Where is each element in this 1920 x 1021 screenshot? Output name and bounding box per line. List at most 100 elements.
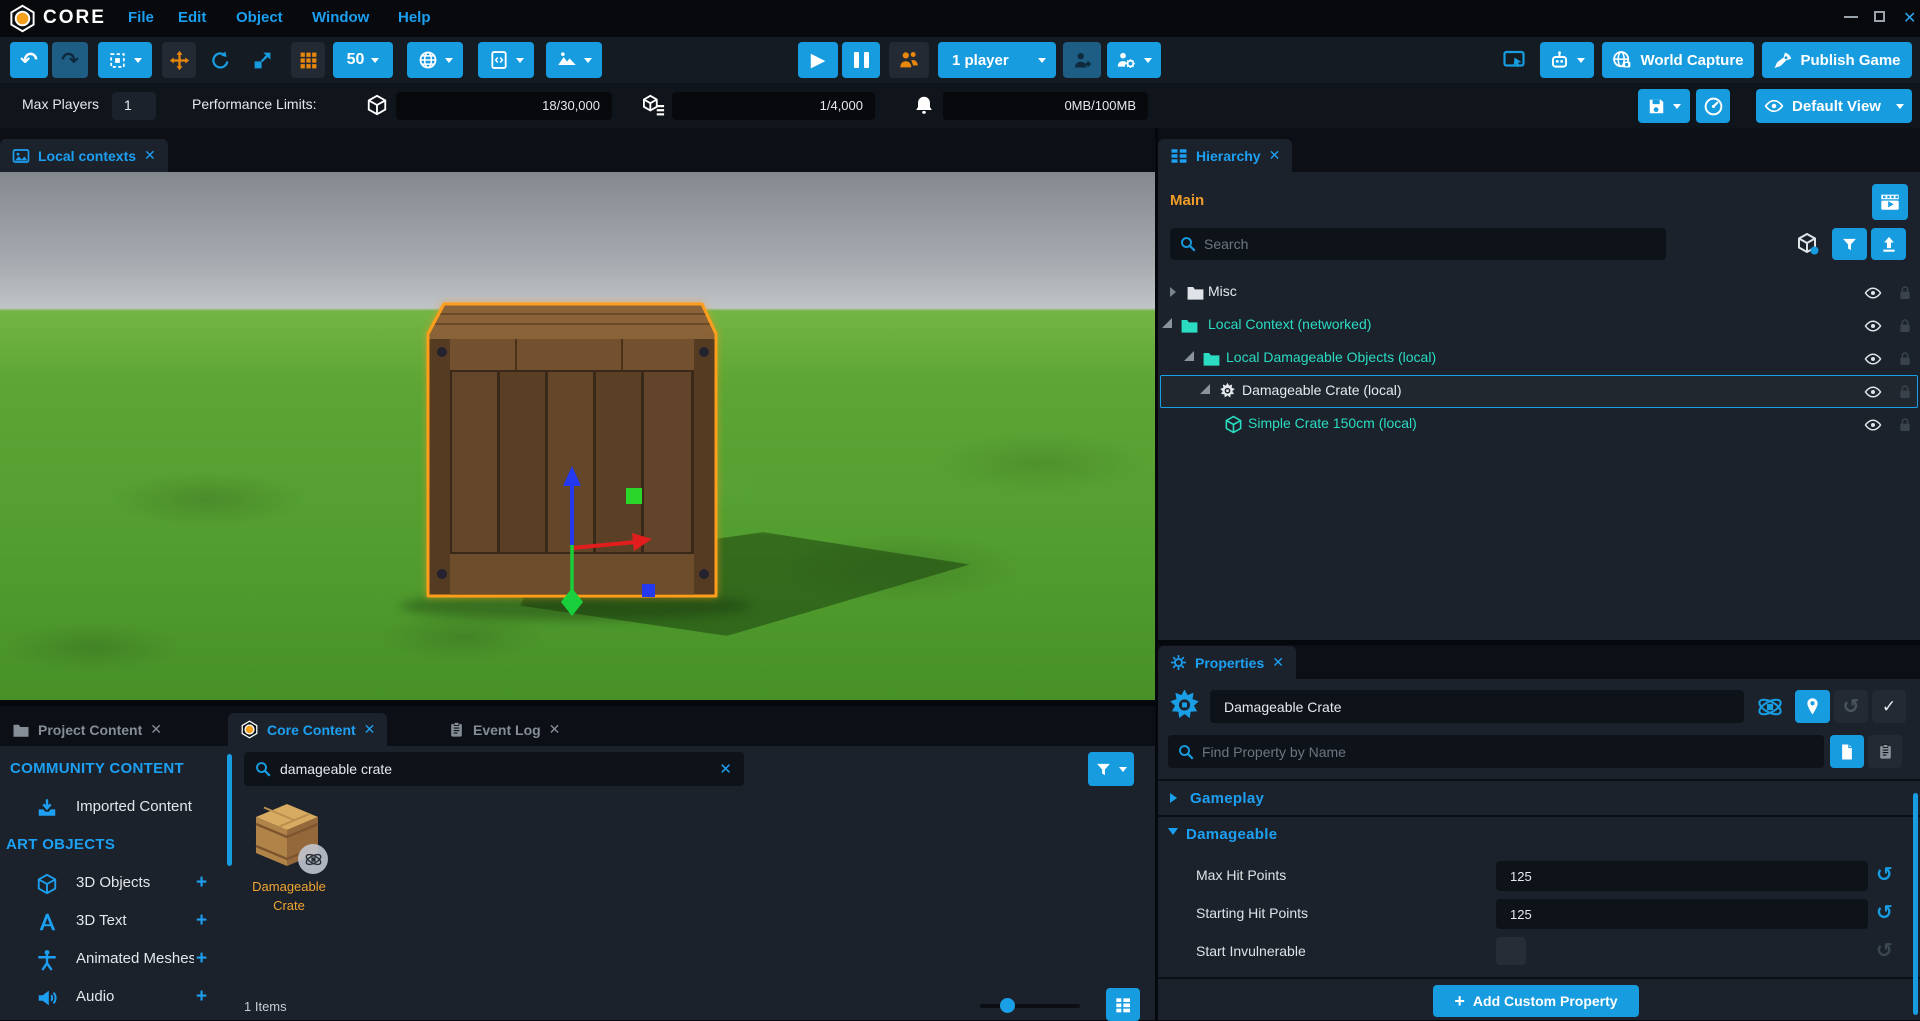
hierarchy-search-input[interactable]: [1202, 228, 1652, 260]
add-player-button[interactable]: [1063, 42, 1101, 78]
performance-gauge-button[interactable]: [1696, 89, 1730, 123]
publish-game-button[interactable]: Publish Game: [1762, 42, 1912, 78]
menu-window[interactable]: Window: [312, 9, 369, 26]
section-damageable[interactable]: Damageable: [1158, 817, 1920, 851]
close-icon[interactable]: ✕: [144, 147, 156, 164]
grid-snap-button[interactable]: [291, 42, 325, 78]
reset-property-icon[interactable]: ↺: [1876, 862, 1893, 887]
object-name-input[interactable]: [1222, 690, 1732, 723]
add-icon[interactable]: +: [196, 910, 207, 932]
window-restore-icon[interactable]: [1874, 11, 1885, 22]
content-search-input[interactable]: [278, 752, 708, 786]
close-icon[interactable]: ✕: [364, 721, 376, 738]
viewport-3d[interactable]: [0, 172, 1155, 700]
select-mode-button[interactable]: [98, 42, 152, 78]
add-icon[interactable]: +: [196, 872, 207, 894]
expander-expanded-icon[interactable]: [1162, 318, 1172, 328]
expander-collapsed-icon[interactable]: [1170, 287, 1181, 297]
screen-share-button[interactable]: [1496, 42, 1532, 78]
grid-size-dropdown[interactable]: 50: [333, 42, 393, 78]
terrain-dropdown[interactable]: [546, 42, 602, 78]
content-search-box[interactable]: ✕: [244, 752, 744, 786]
menu-help[interactable]: Help: [398, 9, 431, 26]
sidebar-item-animated-meshes[interactable]: Animated Meshes +: [0, 942, 232, 978]
player-count-dropdown[interactable]: 1 player: [938, 42, 1056, 78]
reset-property-icon[interactable]: ↺: [1876, 900, 1893, 925]
thumbnail-size-slider[interactable]: [980, 1004, 1080, 1008]
close-icon[interactable]: ✕: [150, 721, 162, 738]
sidebar-item-imported-content[interactable]: Imported Content: [0, 790, 232, 826]
lock-icon[interactable]: [1897, 383, 1913, 401]
tree-row-simple-crate[interactable]: Simple Crate 150cm (local): [1160, 408, 1918, 441]
max-players-input[interactable]: 1: [112, 92, 156, 120]
lock-icon[interactable]: [1897, 284, 1913, 302]
property-value-field[interactable]: [1496, 861, 1868, 891]
visibility-eye-icon[interactable]: [1864, 416, 1882, 434]
property-value-field[interactable]: [1496, 899, 1868, 929]
find-property-input[interactable]: [1200, 735, 1810, 768]
tree-row-local-damageable-objects[interactable]: Local Damageable Objects (local): [1160, 342, 1918, 375]
thumbnail-size-slider-thumb[interactable]: [1000, 998, 1015, 1013]
add-custom-property-button[interactable]: + Add Custom Property: [1433, 985, 1639, 1017]
redo-button[interactable]: ↷: [52, 42, 88, 78]
asset-damageable-crate[interactable]: Damageable Crate: [246, 794, 332, 964]
menu-file[interactable]: File: [128, 9, 154, 26]
visibility-eye-icon[interactable]: [1864, 350, 1882, 368]
max-hit-points-input[interactable]: [1508, 861, 1848, 891]
window-minimize-icon[interactable]: [1844, 16, 1858, 18]
expander-expanded-icon[interactable]: [1200, 384, 1210, 394]
revert-button[interactable]: ↺: [1834, 690, 1868, 723]
tree-row-damageable-crate[interactable]: Damageable Crate (local): [1160, 375, 1918, 408]
find-references-button[interactable]: [1795, 690, 1830, 723]
paste-properties-button[interactable]: [1868, 735, 1902, 768]
sidebar-item-3d-objects[interactable]: 3D Objects +: [0, 866, 232, 902]
close-icon[interactable]: ✕: [1272, 654, 1284, 671]
hierarchy-export-button[interactable]: [1871, 228, 1906, 260]
save-dropdown[interactable]: [1638, 89, 1690, 123]
tab-local-contexts[interactable]: Local contexts ✕: [0, 139, 168, 172]
scale-tool-button[interactable]: [245, 42, 279, 78]
network-cube-icon[interactable]: [1796, 232, 1820, 256]
rotate-tool-button[interactable]: [203, 42, 237, 78]
hierarchy-search-box[interactable]: [1170, 228, 1666, 260]
tab-event-log[interactable]: Event Log ✕: [436, 713, 572, 746]
section-gameplay[interactable]: Gameplay: [1158, 781, 1920, 815]
window-close-icon[interactable]: ✕: [1903, 8, 1916, 28]
tab-hierarchy[interactable]: Hierarchy ✕: [1158, 139, 1292, 172]
networked-orbit-icon[interactable]: [1756, 693, 1784, 721]
grid-view-button[interactable]: [1106, 988, 1140, 1021]
sidebar-item-audio[interactable]: Audio +: [0, 980, 232, 1016]
content-filter-button[interactable]: [1088, 752, 1134, 786]
menu-object[interactable]: Object: [236, 9, 283, 26]
move-tool-button[interactable]: [162, 42, 196, 78]
close-icon[interactable]: ✕: [549, 721, 561, 738]
scene-capture-button[interactable]: [1872, 184, 1908, 220]
add-icon[interactable]: +: [196, 948, 207, 970]
add-icon[interactable]: +: [196, 986, 207, 1008]
lock-icon[interactable]: [1897, 350, 1913, 368]
lock-icon[interactable]: [1897, 416, 1913, 434]
menu-edit[interactable]: Edit: [178, 9, 206, 26]
expander-expanded-icon[interactable]: [1184, 351, 1194, 361]
apply-button[interactable]: ✓: [1872, 690, 1906, 723]
pause-button[interactable]: [842, 42, 880, 78]
environment-dropdown[interactable]: [407, 42, 463, 78]
lock-icon[interactable]: [1897, 317, 1913, 335]
tab-properties[interactable]: Properties ✕: [1158, 646, 1296, 679]
start-invulnerable-checkbox[interactable]: [1496, 937, 1526, 965]
object-name-field[interactable]: [1210, 690, 1744, 723]
bot-dropdown[interactable]: [1540, 42, 1594, 78]
transform-gizmo[interactable]: [500, 460, 670, 650]
script-dropdown[interactable]: [478, 42, 534, 78]
find-property-box[interactable]: [1168, 735, 1824, 768]
clear-search-icon[interactable]: ✕: [719, 760, 732, 778]
player-settings-dropdown[interactable]: [1107, 42, 1161, 78]
world-capture-button[interactable]: World Capture: [1602, 42, 1754, 78]
default-view-dropdown[interactable]: Default View: [1756, 89, 1912, 123]
tab-core-content[interactable]: Core Content ✕: [228, 713, 387, 746]
tab-project-content[interactable]: Project Content ✕: [0, 713, 174, 746]
tree-row-local-context[interactable]: Local Context (networked): [1160, 309, 1918, 342]
visibility-eye-icon[interactable]: [1864, 317, 1882, 335]
sidebar-item-3d-text[interactable]: 3D Text +: [0, 904, 232, 940]
tree-row-misc[interactable]: Misc: [1160, 276, 1918, 309]
